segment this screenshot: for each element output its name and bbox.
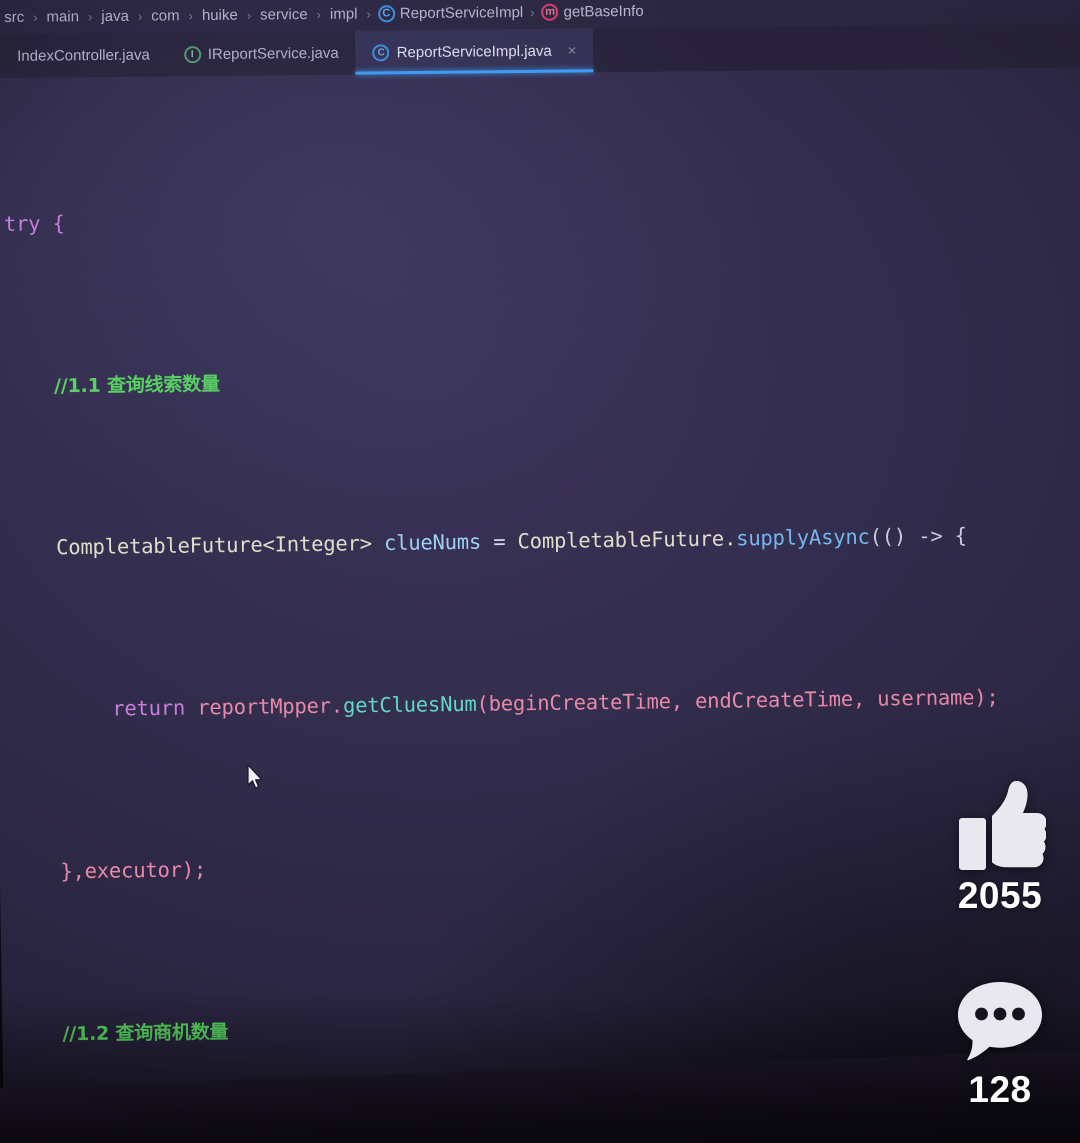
tab-label: IndexController.java	[17, 46, 150, 65]
breadcrumb-separator: ›	[366, 5, 371, 21]
class-icon: C	[372, 43, 390, 61]
breadcrumb-item-src[interactable]: src	[2, 8, 26, 25]
breadcrumb-item-label: getBaseInfo	[563, 2, 644, 21]
method-icon: m	[541, 3, 559, 21]
interface-icon: I	[183, 45, 201, 63]
code-token-method-supplyasync: supplyAsync	[735, 524, 870, 550]
tab-label: ReportServiceImpl.java	[396, 42, 552, 61]
code-editor-content[interactable]: try { //1.1 查询线索数量 CompletableFuture<Int…	[0, 64, 1080, 1143]
code-line: try {	[2, 189, 1080, 244]
breadcrumb-item-label: ReportServiceImpl	[399, 3, 524, 22]
breadcrumb-item-huike[interactable]: huike	[200, 6, 240, 23]
code-token-equals: =	[493, 528, 506, 554]
code-token-class: CompletableFuture.	[517, 525, 737, 553]
breadcrumb-separator: ›	[316, 6, 322, 22]
code-token-args: (beginCreateTime, endCreateTime, usernam…	[476, 684, 999, 716]
code-line: CompletableFuture<Integer> clueNums = Co…	[6, 513, 1080, 568]
code-token-method-getcluesnum: getCluesNum	[342, 691, 477, 718]
code-token-return: return	[112, 695, 186, 721]
thumbs-up-icon[interactable]	[954, 778, 1046, 873]
breadcrumb-separator: ›	[33, 9, 38, 25]
mouse-arrow-cursor	[247, 765, 263, 789]
like-count: 2055	[957, 875, 1043, 916]
tab-ireportservice-java[interactable]: I IReportService.java	[167, 31, 356, 77]
tab-reportserviceimpl-java[interactable]: C ReportServiceImpl.java ×	[355, 28, 594, 75]
code-token-type: CompletableFuture<Integer>	[55, 530, 372, 559]
breadcrumb-separator: ›	[246, 7, 252, 23]
code-token-executor-close: },executor);	[60, 856, 207, 883]
like-widget[interactable]: 2055	[942, 778, 1058, 917]
breadcrumb-item-impl[interactable]: impl	[328, 5, 360, 22]
tab-label: IReportService.java	[207, 44, 339, 63]
code-token-lambda-open: (() -> {	[869, 522, 967, 549]
code-comment-1-1: //1.1 查询线索数量	[53, 372, 220, 397]
class-icon: C	[377, 4, 395, 22]
code-comment-1-2: //1.2 查询商机数量	[62, 1020, 229, 1045]
breadcrumb-item-service[interactable]: service	[258, 6, 310, 23]
breadcrumb-separator: ›	[188, 7, 193, 23]
comment-count: 128	[968, 1069, 1032, 1110]
code-token-try: try {	[3, 210, 65, 236]
breadcrumb-item-java[interactable]: java	[99, 7, 131, 24]
close-icon[interactable]: ×	[568, 42, 577, 59]
code-line: //1.2 查询商机数量	[12, 999, 1080, 1054]
breadcrumb-separator: ›	[530, 4, 535, 20]
code-line: //1.1 查询线索数量	[4, 351, 1080, 406]
comment-bubble-icon[interactable]	[954, 975, 1046, 1067]
breadcrumb-separator: ›	[137, 8, 143, 24]
breadcrumb-item-com[interactable]: com	[149, 7, 182, 24]
tab-indexcontroller-java[interactable]: IndexController.java	[0, 32, 167, 78]
breadcrumb-item-reportserviceimpl[interactable]: C ReportServiceImpl	[377, 3, 524, 22]
breadcrumb-item-getbaseinfo[interactable]: m getBaseInfo	[541, 2, 644, 21]
breadcrumb-item-main[interactable]: main	[44, 8, 81, 25]
code-token-mapper: reportMpper.	[197, 693, 344, 719]
code-line: return reportMpper.getCluesNum(beginCrea…	[8, 675, 1080, 730]
code-line: },executor);	[10, 837, 1080, 892]
comment-widget[interactable]: 128	[942, 975, 1058, 1111]
code-token-var-cluenums: clueNums	[383, 529, 482, 555]
breadcrumb-separator: ›	[87, 8, 93, 24]
ide-screenshot-photo: src › main › java › com › huike › servic…	[0, 0, 1080, 1143]
